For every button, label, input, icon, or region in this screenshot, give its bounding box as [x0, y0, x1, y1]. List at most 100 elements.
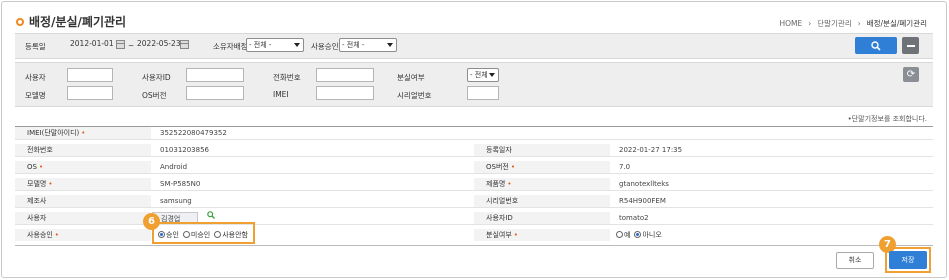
- search-button[interactable]: [855, 37, 897, 54]
- approval-header-text: 사용승인: [27, 231, 53, 239]
- imei-value: 352522080479352: [160, 129, 227, 137]
- user-id-label: 사용자ID: [142, 73, 171, 82]
- serial-label: 시리얼번호: [397, 91, 432, 100]
- table-row: 제조사 samsung 시리얼번호 R54H900FEM: [15, 195, 933, 208]
- radio-checked-icon: [158, 231, 165, 238]
- chevron-down-icon: [489, 73, 495, 77]
- required-mark: •: [81, 129, 86, 137]
- radio-icon: [182, 231, 190, 238]
- use-approval-value: - 전체 -: [342, 41, 365, 49]
- os-version-header-text: OS버전: [486, 163, 509, 171]
- imei-header: IMEI(단말아이디) •: [15, 127, 151, 139]
- approval-option-label: 사용안함: [222, 231, 248, 239]
- breadcrumb-current: 배정/분실/폐기관리: [866, 19, 927, 28]
- lost-label: 분실여부: [397, 73, 425, 82]
- table-row: 전화번호 01031203856 등록일자 2022-01-27 17:35: [15, 144, 933, 157]
- maker-value: samsung: [160, 197, 192, 205]
- approval-option-unused[interactable]: 사용안함: [214, 230, 248, 240]
- imei-label: IMEI: [273, 90, 289, 99]
- required-mark: •: [513, 231, 518, 239]
- serial-input[interactable]: [467, 86, 499, 100]
- owner-assign-value: - 전체 -: [249, 41, 272, 49]
- serial-value: R54H900FEM: [619, 197, 666, 205]
- minus-icon: [906, 44, 915, 47]
- os-version-header: OS버전 •: [474, 161, 610, 173]
- chevron-down-icon: [294, 43, 300, 47]
- user-id-value: tomato2: [619, 214, 649, 222]
- approval-option-unapproved[interactable]: 미승인: [182, 230, 211, 240]
- cancel-button[interactable]: 취소: [836, 252, 874, 269]
- lost-option-yes[interactable]: 예: [616, 230, 630, 240]
- approval-option-approved[interactable]: 승인: [158, 230, 179, 240]
- breadcrumb-home[interactable]: HOME: [779, 19, 802, 28]
- table-row: OS • Android OS버전 • 7.0: [15, 161, 933, 174]
- lost-option-no[interactable]: 아니오: [634, 230, 662, 240]
- lost-select[interactable]: - 전체 -: [467, 68, 499, 82]
- calendar-icon[interactable]: [116, 40, 125, 49]
- lost-header-text: 분실여부: [486, 231, 512, 239]
- phone-label: 전화번호: [273, 73, 301, 82]
- user-header: 사용자: [15, 212, 151, 224]
- hint-text: •단말기정보를 조회합니다.: [847, 115, 927, 123]
- page-title-text: 배정/분실/폐기관리: [29, 15, 127, 29]
- date-from-input[interactable]: 2012-01-01: [67, 38, 115, 52]
- radio-icon: [214, 231, 222, 238]
- refresh-button[interactable]: ⟳: [903, 67, 919, 82]
- model-header: 모델명 •: [15, 178, 151, 190]
- use-approval-select[interactable]: - 전체 -: [339, 38, 397, 52]
- phone-header: 전화번호: [15, 144, 151, 156]
- model-label: 모델명: [25, 91, 46, 100]
- search-icon[interactable]: [207, 211, 215, 219]
- user-id-input[interactable]: [186, 68, 244, 82]
- chevron-down-icon: [387, 43, 393, 47]
- approval-option-label: 미승인: [190, 231, 211, 239]
- radio-icon: [616, 231, 623, 238]
- approval-radio-group: 승인 미승인 사용안함: [158, 230, 248, 240]
- imei-header-text: IMEI(단말아이디): [27, 129, 80, 137]
- approval-header: 사용승인 •: [15, 229, 151, 241]
- required-mark: •: [48, 180, 53, 188]
- imei-input[interactable]: [316, 86, 374, 100]
- serial-header: 시리얼번호: [474, 195, 610, 207]
- model-value: SM-P585N0: [160, 180, 201, 188]
- calendar-icon[interactable]: [180, 40, 189, 49]
- os-header: OS •: [15, 161, 151, 173]
- owner-assign-select[interactable]: - 전체 -: [246, 38, 304, 52]
- os-version-label: OS버전: [142, 91, 167, 100]
- breadcrumb-device-mgmt[interactable]: 단말기관리: [817, 18, 852, 29]
- reg-date-value: 2022-01-27 17:35: [619, 146, 683, 154]
- chevron-right-icon: ›: [857, 19, 861, 28]
- os-value: Android: [160, 163, 188, 171]
- user-input[interactable]: [67, 68, 113, 82]
- os-version-input[interactable]: [186, 86, 244, 100]
- search-icon: [871, 40, 881, 51]
- model-input[interactable]: [67, 86, 113, 100]
- model-header-text: 모델명: [27, 180, 47, 188]
- lost-radio-group: 예 아니오: [616, 230, 662, 240]
- table-row: 모델명 • SM-P585N0 제품명 • gtanotexllteks: [15, 178, 933, 191]
- phone-value: 01031203856: [160, 146, 209, 154]
- required-mark: •: [510, 163, 515, 171]
- radio-checked-icon: [634, 231, 642, 238]
- user-id-header: 사용자ID: [474, 212, 610, 224]
- required-mark: •: [54, 231, 59, 239]
- title-bullet-icon: [16, 17, 24, 26]
- collapse-button[interactable]: [902, 37, 919, 54]
- phone-input[interactable]: [316, 68, 374, 82]
- product-value: gtanotexllteks: [619, 180, 669, 188]
- reg-date-label: 등록일: [25, 42, 46, 51]
- use-approval-label: 사용승인: [311, 42, 339, 51]
- step-badge-6: 6: [143, 213, 160, 230]
- page-title: 배정/분실/폐기관리: [16, 13, 126, 30]
- product-header-text: 제품명: [486, 180, 506, 188]
- approval-option-label: 승인: [166, 231, 179, 239]
- required-mark: •: [507, 180, 512, 188]
- save-button[interactable]: 저장: [889, 251, 927, 269]
- maker-header: 제조사: [15, 195, 151, 207]
- table-row: IMEI(단말아이디) • 352522080479352: [15, 127, 933, 140]
- refresh-icon: ⟳: [906, 69, 916, 80]
- required-mark: •: [38, 163, 44, 171]
- os-header-text: OS: [27, 163, 37, 171]
- os-version-value: 7.0: [619, 163, 631, 171]
- lost-option-label: 아니오: [642, 231, 662, 239]
